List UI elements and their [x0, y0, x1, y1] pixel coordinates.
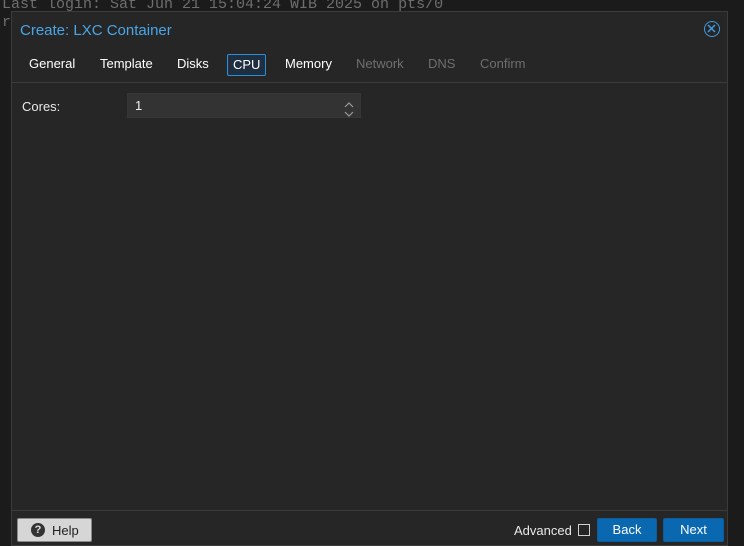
cores-input[interactable]: [128, 94, 333, 117]
advanced-label: Advanced: [514, 523, 572, 538]
next-button[interactable]: Next: [663, 518, 724, 542]
close-icon[interactable]: [704, 21, 720, 37]
tab-dns: DNS: [428, 56, 456, 71]
dialog-title: Create: LXC Container: [20, 22, 172, 39]
tab-template[interactable]: Template: [95, 54, 158, 76]
back-button[interactable]: Back: [597, 518, 657, 542]
question-circle-icon: ?: [31, 523, 45, 537]
cpu-panel: Cores:: [12, 83, 727, 513]
dialog-footer: ? Help Advanced Back Next: [12, 510, 727, 545]
tab-general[interactable]: General: [24, 54, 80, 76]
terminal-prompt-line: r: [2, 14, 12, 31]
help-button[interactable]: ? Help: [17, 518, 92, 542]
dialog-titlebar: Create: LXC Container: [12, 12, 727, 50]
advanced-checkbox[interactable]: [578, 524, 590, 536]
cores-stepper: [127, 93, 361, 118]
tab-disks[interactable]: Disks: [172, 54, 214, 76]
help-button-label: Help: [52, 523, 79, 538]
tab-cpu[interactable]: CPU: [227, 54, 267, 76]
tab-confirm: Confirm: [480, 56, 526, 71]
create-lxc-dialog: Create: LXC Container General Template D…: [11, 11, 728, 546]
spinner-arrows: [344, 96, 354, 117]
cores-label: Cores:: [22, 99, 61, 114]
wizard-tabbar: General Template Disks CPU Memory Networ…: [12, 52, 727, 83]
tab-memory[interactable]: Memory: [280, 54, 337, 76]
chevron-up-icon[interactable]: [344, 96, 354, 108]
chevron-down-icon[interactable]: [344, 106, 354, 117]
tab-network: Network: [356, 56, 404, 71]
